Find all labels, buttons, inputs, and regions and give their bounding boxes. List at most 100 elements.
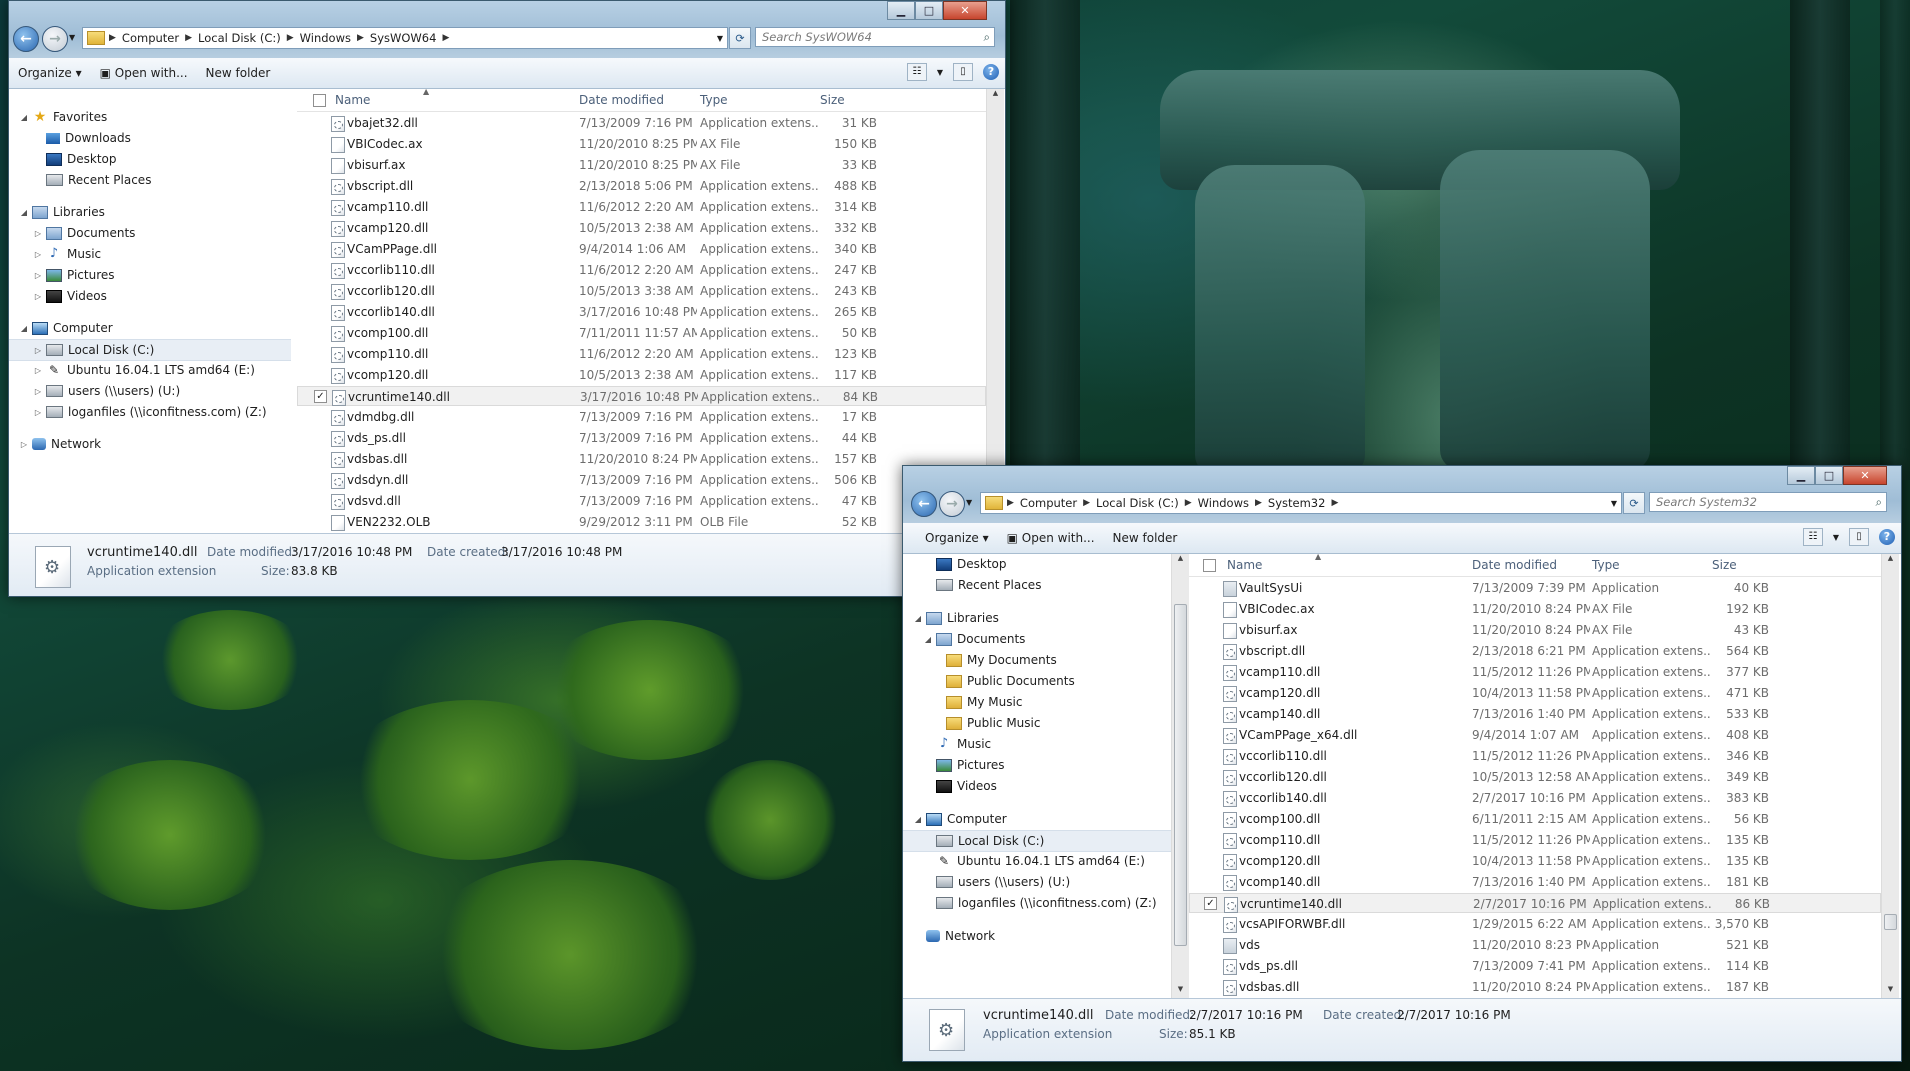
breadcrumb-local-disk[interactable]: Local Disk (C:) (1096, 496, 1179, 510)
file-row[interactable]: vccorlib110.dll 11/5/2012 11:26 PM Applica… (1189, 746, 1881, 766)
breadcrumb-computer[interactable]: Computer (122, 31, 179, 45)
scroll-up-icon[interactable]: ▲ (987, 89, 1004, 103)
close-button[interactable]: ✕ (1843, 466, 1887, 485)
address-bar[interactable]: ▶ Computer ▶ Local Disk (C:) ▶ Windows ▶… (82, 27, 728, 49)
file-row[interactable]: vdsbas.dll 11/20/2010 8:24 PM Application … (297, 449, 986, 469)
expanded-arrow-icon[interactable]: ◢ (913, 614, 923, 623)
file-row[interactable]: vcamp120.dll 10/4/2013 11:58 PM Applicatio… (1189, 683, 1881, 703)
file-row[interactable]: VCamPPage_x64.dll 9/4/2014 1:07 AM Applica… (1189, 725, 1881, 745)
nav-computer[interactable]: ◢ Computer (903, 809, 1171, 829)
nav-my-music[interactable]: My Music (903, 692, 1171, 712)
forward-button[interactable]: → (42, 26, 68, 52)
nav-users-drive[interactable]: users (\\users) (U:) (903, 872, 1171, 892)
expanded-arrow-icon[interactable]: ◢ (913, 815, 923, 824)
row-checkbox[interactable]: ✓ (314, 390, 327, 403)
nav-desktop[interactable]: Desktop (9, 149, 291, 169)
file-row[interactable]: vbajet32.dll 7/13/2009 7:16 PM Application… (297, 113, 986, 133)
nav-documents[interactable]: ◢ Documents (903, 629, 1171, 649)
scrollbar-thumb[interactable] (1884, 914, 1897, 930)
scroll-down-icon[interactable]: ▼ (1172, 985, 1189, 999)
file-row[interactable]: vdmdbg.dll 7/13/2009 7:16 PM Application e… (297, 407, 986, 427)
column-name[interactable]: Name (335, 93, 370, 107)
nav-local-disk[interactable]: ▷ Local Disk (C:) (9, 339, 291, 361)
column-size[interactable]: Size (820, 93, 845, 107)
nav-pictures[interactable]: Pictures (903, 755, 1171, 775)
expanded-arrow-icon[interactable]: ◢ (19, 113, 29, 122)
collapsed-arrow-icon[interactable]: ▷ (33, 271, 43, 280)
forward-button[interactable]: → (939, 491, 965, 517)
collapsed-arrow-icon[interactable]: ▷ (33, 408, 43, 417)
breadcrumb-system32[interactable]: System32 (1268, 496, 1326, 510)
new-folder-button[interactable]: New folder (197, 62, 280, 84)
collapsed-arrow-icon[interactable]: ▷ (19, 440, 29, 449)
file-row[interactable]: vcomp120.dll 10/5/2013 2:38 AM Application… (297, 365, 986, 385)
column-date-modified[interactable]: Date modified (579, 93, 664, 107)
nav-desktop[interactable]: Desktop (903, 554, 1171, 574)
change-view-icon[interactable]: ☷ (1802, 528, 1823, 546)
file-row[interactable]: vbisurf.ax 11/20/2010 8:24 PM AX File 43 KB (1189, 620, 1881, 640)
file-row[interactable]: VBICodec.ax 11/20/2010 8:24 PM AX File 192 … (1189, 599, 1881, 619)
collapsed-arrow-icon[interactable]: ▷ (33, 292, 43, 301)
help-icon[interactable]: ? (1879, 529, 1895, 545)
nav-libraries[interactable]: ◢ Libraries (903, 608, 1171, 628)
collapsed-arrow-icon[interactable]: ▷ (33, 229, 43, 238)
file-row[interactable]: vccorlib140.dll 2/7/2017 10:16 PM Applicat… (1189, 788, 1881, 808)
nav-videos[interactable]: Videos (903, 776, 1171, 796)
address-dropdown-icon[interactable]: ▼ (1611, 499, 1617, 508)
file-row[interactable]: vccorlib120.dll 10/5/2013 12:58 AM Applica… (1189, 767, 1881, 787)
file-row[interactable]: vbisurf.ax 11/20/2010 8:25 PM AX File 33 KB (297, 155, 986, 175)
nav-network[interactable]: Network (903, 926, 1171, 946)
nav-local-disk[interactable]: Local Disk (C:) (903, 830, 1171, 852)
scrollbar-thumb[interactable] (1174, 604, 1187, 946)
search-input[interactable]: Search SysWOW64 ⌕ (755, 27, 995, 47)
file-row[interactable]: ✓ vcruntime140.dll 3/17/2016 10:48 PM Appli… (297, 386, 986, 406)
back-button[interactable]: ← (13, 26, 39, 52)
breadcrumb-windows[interactable]: Windows (1198, 496, 1249, 510)
file-row[interactable]: vcomp100.dll 7/11/2011 11:57 AM Applicatio… (297, 323, 986, 343)
preview-pane-icon[interactable]: ▯ (1849, 528, 1869, 546)
file-row[interactable]: vbscript.dll 2/13/2018 6:21 PM Application… (1189, 641, 1881, 661)
file-row[interactable]: VCamPPage.dll 9/4/2014 1:06 AM Application… (297, 239, 986, 259)
file-row[interactable]: vcomp120.dll 10/4/2013 11:58 PM Applicatio… (1189, 851, 1881, 871)
back-button[interactable]: ← (911, 491, 937, 517)
nav-network[interactable]: ▷ Network (9, 434, 291, 454)
maximize-button[interactable]: □ (915, 1, 943, 20)
nav-ubuntu-drive[interactable]: ✎ Ubuntu 16.04.1 LTS amd64 (E:) (903, 851, 1171, 871)
file-row[interactable]: VEN2232.OLB 9/29/2012 3:11 PM OLB File 52 K… (297, 512, 986, 532)
column-type[interactable]: Type (700, 93, 728, 107)
file-row[interactable]: vccorlib140.dll 3/17/2016 10:48 PM Applica… (297, 302, 986, 322)
file-row[interactable]: vcamp110.dll 11/5/2012 11:26 PM Applicatio… (1189, 662, 1881, 682)
file-row[interactable]: VBICodec.ax 11/20/2010 8:25 PM AX File 150 … (297, 134, 986, 154)
column-name[interactable]: Name (1227, 558, 1262, 572)
file-row[interactable]: vcamp120.dll 10/5/2013 2:38 AM Application… (297, 218, 986, 238)
file-row[interactable]: vds_ps.dll 7/13/2009 7:41 PM Application e… (1189, 956, 1881, 976)
column-date-modified[interactable]: Date modified (1472, 558, 1557, 572)
file-row[interactable]: vds 11/20/2010 8:23 PM Application 521 KB (1189, 935, 1881, 955)
expanded-arrow-icon[interactable]: ◢ (923, 635, 933, 644)
nav-downloads[interactable]: Downloads (9, 128, 291, 148)
preview-pane-icon[interactable]: ▯ (953, 63, 973, 81)
nav-recent-places[interactable]: Recent Places (903, 575, 1171, 595)
column-size[interactable]: Size (1712, 558, 1737, 572)
refresh-button[interactable]: ⟳ (1623, 492, 1645, 514)
file-row[interactable]: vcomp100.dll 6/11/2011 2:15 AM Application… (1189, 809, 1881, 829)
scroll-up-icon[interactable]: ▲ (1172, 554, 1189, 568)
row-checkbox[interactable]: ✓ (1204, 897, 1217, 910)
nav-public-music[interactable]: Public Music (903, 713, 1171, 733)
nav-ubuntu-drive[interactable]: ▷ ✎ Ubuntu 16.04.1 LTS amd64 (E:) (9, 360, 291, 380)
nav-public-documents[interactable]: Public Documents (903, 671, 1171, 691)
collapsed-arrow-icon[interactable]: ▷ (33, 250, 43, 259)
address-dropdown-icon[interactable]: ▼ (717, 34, 723, 43)
file-row[interactable]: vcomp110.dll 11/6/2012 2:20 AM Application… (297, 344, 986, 364)
recent-pages-chevron-icon[interactable]: ▼ (69, 33, 75, 42)
open-with-button[interactable]: ▣ Open with... (91, 62, 197, 84)
file-row[interactable]: vdsbas.dll 11/20/2010 8:24 PM Application … (1189, 977, 1881, 997)
help-icon[interactable]: ? (983, 64, 999, 80)
nav-documents[interactable]: ▷ Documents (9, 223, 291, 243)
refresh-button[interactable]: ⟳ (729, 27, 751, 49)
breadcrumb-syswow64[interactable]: SysWOW64 (370, 31, 437, 45)
minimize-button[interactable]: ▁ (1787, 466, 1815, 485)
nav-pictures[interactable]: ▷ Pictures (9, 265, 291, 285)
organize-button[interactable]: Organize ▾ (903, 527, 998, 549)
collapsed-arrow-icon[interactable]: ▷ (33, 346, 43, 355)
